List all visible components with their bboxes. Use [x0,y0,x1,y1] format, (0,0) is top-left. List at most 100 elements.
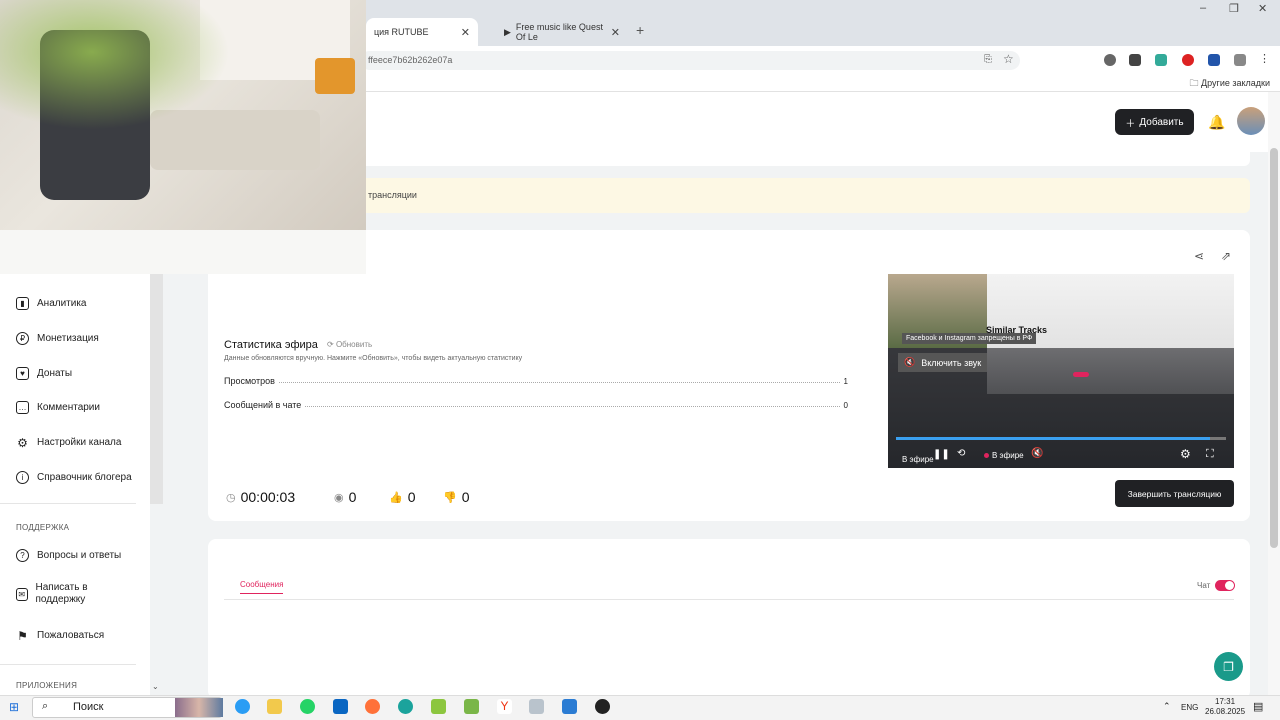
system-clock[interactable]: 17:31 26.08.2025 [1205,697,1245,717]
track-highlight [1073,372,1089,377]
yandex-browser-icon[interactable]: Y [497,699,512,714]
sidebar-item-monetization[interactable]: ₽ Монетизация [16,332,99,345]
clock-time: 17:31 [1215,697,1236,706]
settings-gear-icon[interactable]: ⚙ [1180,447,1191,461]
profile-icon[interactable] [1104,54,1116,66]
stat-label: Сообщений в чате [224,400,302,410]
duration-metric: ◷ 00:00:03 [226,489,295,505]
support-chat-button[interactable]: ❐ [1214,652,1243,681]
share-icon[interactable]: ⋖ [1194,249,1204,263]
stat-row-views: Просмотров 1 [224,376,848,386]
app-icon[interactable] [529,699,544,714]
sidebar-item-contact-support[interactable]: ✉ Написать в поддержку [16,582,126,606]
url-field[interactable]: ffeece7b62b262e07a [360,51,1020,70]
live-indicator: В эфире [984,451,1024,460]
sidebar-scrollbar[interactable] [150,274,163,504]
player-notice: Facebook и Instagram запрещены в РФ [902,333,1037,344]
tab-title: Free music like Quest Of Le [515,22,603,42]
clock-date: 26.08.2025 [1205,707,1246,716]
stat-row-messages: Сообщений в чате 0 [224,400,848,410]
sidebar-item-analytics[interactable]: ▮ Аналитика [16,297,87,310]
scroll-down-icon[interactable]: ⌄ [152,682,159,691]
language-indicator[interactable]: ENG [1181,703,1198,712]
question-icon: ? [16,549,29,562]
obs-studio-icon[interactable] [595,699,610,714]
edge-browser-icon[interactable] [235,699,250,714]
clock-icon: ◷ [226,491,236,504]
volume-muted-icon[interactable]: 🔇 [1031,448,1043,459]
menu-dots-icon[interactable]: ⋮ [1259,52,1270,65]
close-window-icon[interactable]: ✕ [1258,2,1267,15]
stats-note: Данные обновляются вручную. Нажмите «Обн… [224,355,523,362]
duration-value: 00:00:03 [240,489,296,505]
app-icon[interactable] [464,699,479,714]
extension-icon[interactable] [1129,54,1141,66]
chat-toggle-label: Чат [1197,581,1211,590]
likes-value: 0 [407,489,416,505]
webcam-overlay [0,0,366,274]
refresh-icon: ⟳ [327,340,336,349]
unmute-button[interactable]: 🔇 Включить звук [898,353,988,372]
file-explorer-icon[interactable] [267,699,282,714]
progress-fill [896,437,1210,440]
other-bookmarks[interactable]: 🗀 Другие закладки [1190,76,1270,92]
install-app-icon[interactable]: ⎘ [984,54,992,65]
extension-icon[interactable] [1155,54,1167,66]
sidebar-item-comments[interactable]: … Комментарии [16,401,100,414]
sidebar-item-donations[interactable]: ♥ Донаты [16,367,72,380]
sidebar-item-report[interactable]: ⚑ Пожаловаться [16,629,104,643]
restore-window-icon[interactable]: ❐ [1229,2,1239,15]
donate-icon: ♥ [16,367,29,380]
page-scrollbar-thumb[interactable] [1270,148,1278,548]
browser-tab-music[interactable]: ▶ Free music like Quest Of Le ✕ [496,18,628,46]
live-dot-icon [984,453,989,458]
likes-metric: 👍 0 [389,489,416,505]
mail-icon: ✉ [16,587,28,601]
bell-icon[interactable]: 🔔 [1208,114,1225,131]
avatar[interactable] [1237,107,1265,135]
refresh-button[interactable]: ⟳ Обновить [327,340,372,349]
fullscreen-icon[interactable]: ⛶ [1206,448,1214,461]
outlook-icon[interactable] [333,699,348,714]
shopping-cart-icon[interactable] [1208,54,1220,66]
tab-messages[interactable]: Сообщения [240,580,284,594]
end-stream-button[interactable]: Завершить трансляцию [1115,480,1234,507]
firefox-icon[interactable] [365,699,380,714]
sidebar-item-channel-settings[interactable]: ⚙ Настройки канала [16,435,121,450]
tray-chevron-icon[interactable]: ⌃ [1163,701,1171,712]
close-tab-icon[interactable]: ✕ [611,26,620,39]
sidebar-item-label: Монетизация [37,333,99,344]
support-section-title: ПОДДЕРЖКА [16,523,70,532]
rewind-icon[interactable]: ⟲ [957,448,965,459]
search-icon: ⌕ [42,700,49,712]
new-tab-button[interactable]: + [636,22,644,38]
video-player[interactable]: Similar Tracks Facebook и Instagram запр… [888,274,1234,468]
bookmark-star-icon[interactable]: ☆ [1003,52,1014,66]
app-icon[interactable] [562,699,577,714]
add-button[interactable]: ＋ Добавить [1115,109,1194,135]
whatsapp-icon[interactable] [300,699,315,714]
sidebar-item-faq[interactable]: ? Вопросы и ответы [16,549,121,562]
notification-icon[interactable]: ▤ [1253,700,1263,713]
info-banner: трансляции [360,178,1250,213]
chat-toggle[interactable] [1215,580,1235,591]
sidebar-item-blogger-guide[interactable]: i Справочник блогера [16,471,132,484]
extensions-puzzle-icon[interactable] [1234,54,1246,66]
browser-tab-rutube[interactable]: ция RUTUBE ✕ [366,18,478,46]
app-icon[interactable] [431,699,446,714]
sidebar-item-label: Комментарии [37,402,100,413]
live-badge: В эфире [902,455,934,464]
windows-start-icon[interactable]: ⊞ [9,700,19,714]
progress-track[interactable] [896,437,1226,440]
extension-icon[interactable] [1182,54,1194,66]
gear-icon: ⚙ [17,435,28,450]
chat-card [208,539,1250,699]
pause-icon[interactable]: ❚❚ [933,449,950,460]
browser-icon[interactable] [398,699,413,714]
external-link-icon[interactable]: ⇗ [1221,249,1231,263]
close-tab-icon[interactable]: ✕ [461,26,470,39]
chart-icon: ▮ [16,297,29,310]
minimize-window-icon[interactable]: – [1200,2,1206,14]
viewers-metric: ◉ 0 [334,489,356,505]
stat-value: 0 [843,401,848,410]
